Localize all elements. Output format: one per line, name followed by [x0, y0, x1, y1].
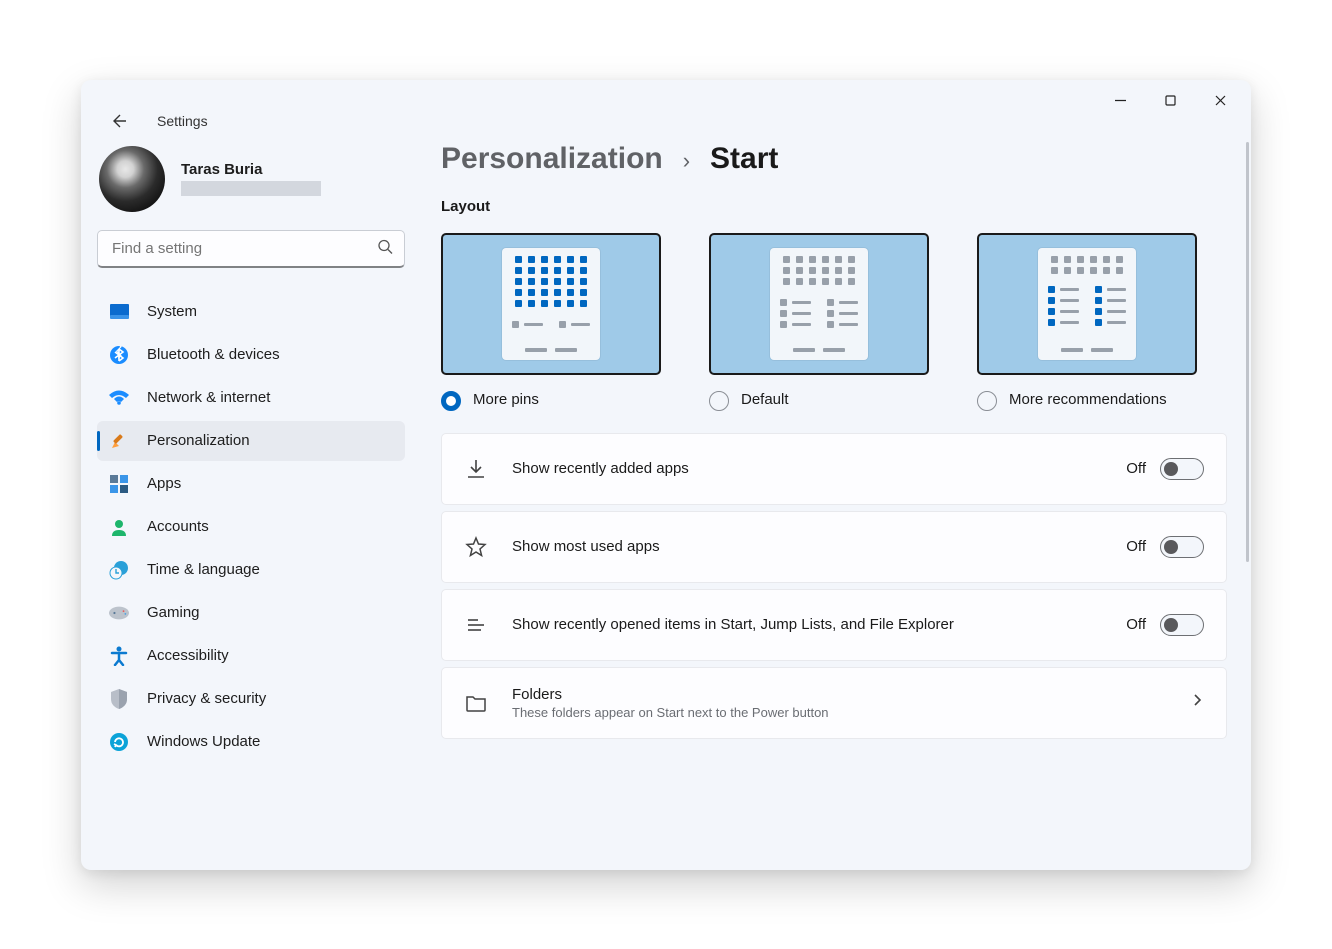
update-icon — [109, 732, 129, 752]
sidebar-item-bluetooth[interactable]: Bluetooth & devices — [97, 335, 405, 375]
main-content: Personalization › Start Layout — [421, 122, 1251, 870]
setting-recently-opened-items[interactable]: Show recently opened items in Start, Jum… — [441, 589, 1227, 661]
breadcrumb-parent[interactable]: Personalization — [441, 142, 663, 176]
sidebar-item-label: Time & language — [147, 561, 260, 578]
paintbrush-icon — [109, 431, 129, 451]
search-icon — [377, 238, 393, 259]
bluetooth-icon — [109, 345, 129, 365]
close-button[interactable] — [1197, 85, 1243, 117]
minimize-button[interactable] — [1097, 85, 1143, 117]
setting-title: Show recently added apps — [512, 460, 1126, 477]
toggle-state: Off — [1126, 616, 1146, 633]
app-title: Settings — [157, 113, 208, 129]
sidebar-item-label: Accounts — [147, 518, 209, 535]
radio-label: More recommendations — [1009, 391, 1167, 408]
radio-more-pins[interactable] — [441, 391, 461, 411]
layout-option-more-pins[interactable]: More pins — [441, 233, 661, 411]
sidebar-item-privacy[interactable]: Privacy & security — [97, 679, 405, 719]
clock-globe-icon — [109, 560, 129, 580]
nav-list: System Bluetooth & devices Network & int… — [97, 292, 405, 762]
sidebar-item-windows-update[interactable]: Windows Update — [97, 722, 405, 762]
setting-title: Show recently opened items in Start, Jum… — [512, 616, 1126, 633]
user-block[interactable]: Taras Buria — [97, 146, 405, 212]
person-icon — [109, 517, 129, 537]
sidebar-item-label: Apps — [147, 475, 181, 492]
breadcrumb: Personalization › Start — [441, 142, 1227, 176]
sidebar-item-accounts[interactable]: Accounts — [97, 507, 405, 547]
sidebar-item-network[interactable]: Network & internet — [97, 378, 405, 418]
sidebar-item-system[interactable]: System — [97, 292, 405, 332]
user-name: Taras Buria — [181, 161, 321, 178]
list-icon — [464, 614, 488, 636]
layout-thumb-more-recs — [977, 233, 1197, 375]
setting-title: Show most used apps — [512, 538, 1126, 555]
setting-folders[interactable]: Folders These folders appear on Start ne… — [441, 667, 1227, 739]
sidebar-item-apps[interactable]: Apps — [97, 464, 405, 504]
radio-label: More pins — [473, 391, 539, 408]
sidebar-item-label: Privacy & security — [147, 690, 266, 707]
radio-more-recs[interactable] — [977, 391, 997, 411]
layout-options: More pins — [441, 233, 1227, 411]
avatar — [99, 146, 165, 212]
sidebar: Taras Buria System — [81, 122, 421, 870]
search-box[interactable] — [97, 230, 405, 268]
setting-subtitle: These folders appear on Start next to th… — [512, 705, 1190, 720]
setting-most-used-apps[interactable]: Show most used apps Off — [441, 511, 1227, 583]
gamepad-icon — [109, 603, 129, 623]
apps-icon — [109, 474, 129, 494]
titlebar — [81, 80, 1251, 122]
sidebar-item-label: System — [147, 303, 197, 320]
back-button[interactable] — [99, 102, 137, 140]
sidebar-item-label: Gaming — [147, 604, 200, 621]
sidebar-item-label: Windows Update — [147, 733, 260, 750]
sidebar-item-gaming[interactable]: Gaming — [97, 593, 405, 633]
setting-title: Folders — [512, 686, 1190, 703]
maximize-button[interactable] — [1147, 85, 1193, 117]
sidebar-item-label: Network & internet — [147, 389, 270, 406]
folder-icon — [464, 693, 488, 713]
settings-window: Settings Taras Buria — [81, 80, 1251, 870]
layout-thumb-more-pins — [441, 233, 661, 375]
sidebar-item-personalization[interactable]: Personalization — [97, 421, 405, 461]
chevron-right-icon: › — [683, 148, 690, 174]
layout-thumb-default — [709, 233, 929, 375]
search-input[interactable] — [97, 230, 405, 268]
layout-option-more-recs[interactable]: More recommendations — [977, 233, 1197, 411]
star-icon — [464, 536, 488, 558]
breadcrumb-current: Start — [710, 142, 778, 176]
setting-recently-added-apps[interactable]: Show recently added apps Off — [441, 433, 1227, 505]
wifi-icon — [109, 388, 129, 408]
download-icon — [464, 458, 488, 480]
sidebar-item-time-language[interactable]: Time & language — [97, 550, 405, 590]
toggle-state: Off — [1126, 538, 1146, 555]
system-icon — [109, 302, 129, 322]
toggle-recently-added[interactable] — [1160, 458, 1204, 480]
shield-icon — [109, 689, 129, 709]
toggle-state: Off — [1126, 460, 1146, 477]
toggle-most-used[interactable] — [1160, 536, 1204, 558]
sidebar-item-label: Personalization — [147, 432, 250, 449]
layout-option-default[interactable]: Default — [709, 233, 929, 411]
radio-label: Default — [741, 391, 789, 408]
accessibility-icon — [109, 646, 129, 666]
chevron-right-icon — [1190, 693, 1204, 712]
sidebar-item-accessibility[interactable]: Accessibility — [97, 636, 405, 676]
section-layout-label: Layout — [441, 198, 1227, 215]
user-email-redacted — [181, 181, 321, 196]
sidebar-item-label: Accessibility — [147, 647, 229, 664]
toggle-recent-items[interactable] — [1160, 614, 1204, 636]
sidebar-item-label: Bluetooth & devices — [147, 346, 280, 363]
radio-default[interactable] — [709, 391, 729, 411]
